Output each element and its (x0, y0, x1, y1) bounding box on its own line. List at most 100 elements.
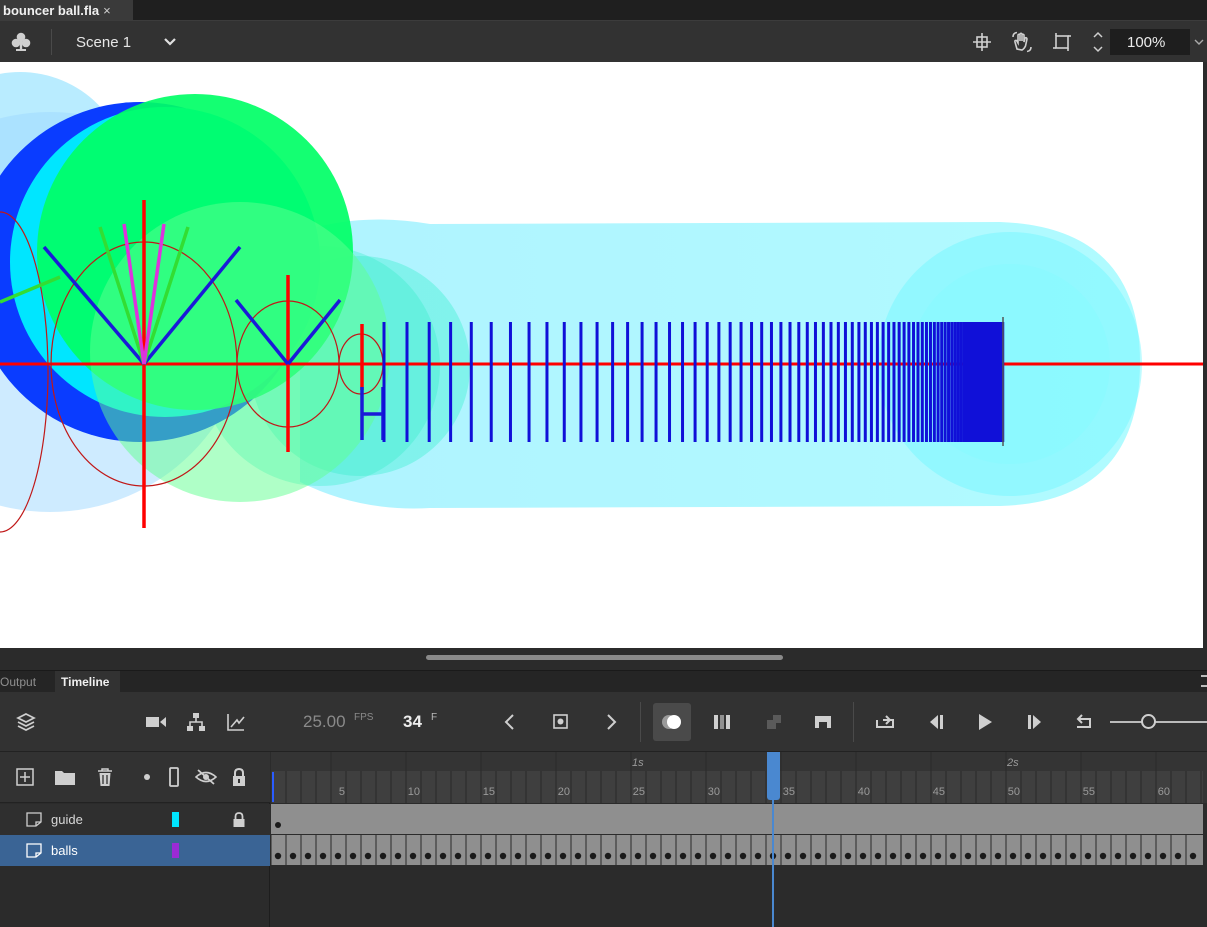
layer-row-balls[interactable]: balls (0, 835, 270, 866)
keyframe-dot[interactable] (709, 852, 717, 860)
keyframe-dot[interactable] (904, 852, 912, 860)
close-icon[interactable]: × (103, 3, 111, 18)
frames-panel[interactable]: 5 10 15 20 25 30 35 40 45 50 55 60 1s 2s (271, 752, 1207, 927)
keyframe-dot[interactable] (1099, 852, 1107, 860)
playhead[interactable] (767, 752, 780, 800)
keyframe-dot[interactable] (454, 852, 462, 860)
onion-skin-icon[interactable] (653, 703, 691, 741)
keyframe-dot[interactable] (724, 852, 732, 860)
trash-icon[interactable] (93, 765, 117, 789)
keyframe-dot[interactable] (604, 852, 612, 860)
keyframe-dot[interactable] (424, 852, 432, 860)
keyframe-dot[interactable] (664, 852, 672, 860)
folder-icon[interactable] (53, 765, 77, 789)
lock-icon[interactable] (231, 811, 247, 828)
new-layer-icon[interactable] (13, 765, 37, 789)
keyframe-dot[interactable] (589, 852, 597, 860)
keyframe-dot[interactable] (814, 852, 822, 860)
keyframe-dot[interactable] (874, 852, 882, 860)
layers-icon[interactable] (12, 708, 40, 736)
keyframe-dot[interactable] (275, 822, 281, 828)
edit-multiple-frames-icon[interactable] (709, 708, 737, 736)
keyframe-dot[interactable] (1084, 852, 1092, 860)
keyframe-dot[interactable] (844, 852, 852, 860)
tab-timeline[interactable]: Timeline (55, 671, 120, 693)
keyframe-dot[interactable] (649, 852, 657, 860)
frame-zoom-slider[interactable] (1110, 721, 1207, 723)
keyframe-dot[interactable] (859, 852, 867, 860)
keyframe-dot[interactable] (409, 852, 417, 860)
keyframe-dot[interactable] (574, 852, 582, 860)
keyframe-dot[interactable] (1069, 852, 1077, 860)
keyframe-dot[interactable] (274, 852, 282, 860)
highlight-dot-icon[interactable] (135, 765, 159, 789)
document-tab[interactable]: bouncer ball.fla × (0, 0, 133, 20)
step-forward-icon[interactable] (1021, 708, 1049, 736)
keyframe-dot[interactable] (889, 852, 897, 860)
keyframe-dot[interactable] (394, 852, 402, 860)
rewind-icon[interactable] (1070, 708, 1098, 736)
track-guide[interactable] (271, 804, 1203, 834)
keyframe-dot[interactable] (1039, 852, 1047, 860)
insert-keyframe-icon[interactable] (547, 708, 575, 736)
previous-keyframe-icon[interactable] (496, 708, 524, 736)
keyframe-dot[interactable] (1159, 852, 1167, 860)
layer-color-swatch[interactable] (172, 812, 179, 827)
keyframe-dot[interactable] (979, 852, 987, 860)
keyframe-dot[interactable] (364, 852, 372, 860)
visibility-off-icon[interactable] (194, 765, 218, 789)
keyframe-dot[interactable] (334, 852, 342, 860)
keyframe-dot[interactable] (1174, 852, 1182, 860)
keyframe-dot[interactable] (484, 852, 492, 860)
hand-rotate-icon[interactable] (1010, 30, 1034, 54)
track-balls[interactable] (271, 835, 1203, 865)
lock-icon[interactable] (227, 765, 251, 789)
scrollbar-thumb[interactable] (426, 655, 783, 660)
stage[interactable] (0, 62, 1207, 648)
fps-value[interactable]: 25.00 (303, 712, 346, 732)
keyframe-dot[interactable] (1114, 852, 1122, 860)
keyframe-dot[interactable] (619, 852, 627, 860)
keyframe-dot[interactable] (1189, 852, 1197, 860)
keyframe-dot[interactable] (379, 852, 387, 860)
keyframe-dot[interactable] (799, 852, 807, 860)
keyframe-dot[interactable] (679, 852, 687, 860)
frame-ruler[interactable]: 5 10 15 20 25 30 35 40 45 50 55 60 1s 2s (271, 752, 1207, 803)
keyframe-dot[interactable] (529, 852, 537, 860)
layer-name[interactable]: balls (51, 843, 78, 858)
layer-name[interactable]: guide (51, 812, 83, 827)
keyframe-dot[interactable] (739, 852, 747, 860)
zoom-input[interactable]: 100% (1110, 29, 1190, 55)
scene-name[interactable]: Scene 1 (76, 34, 131, 51)
chevron-down-icon[interactable] (1191, 31, 1207, 53)
layer-row-guide[interactable]: guide (0, 804, 270, 835)
keyframe-dot[interactable] (544, 852, 552, 860)
keyframe-dot[interactable] (559, 852, 567, 860)
keyframe-dot[interactable] (1144, 852, 1152, 860)
keyframe-dot[interactable] (934, 852, 942, 860)
panel-menu-icon[interactable] (1201, 675, 1207, 687)
graph-icon[interactable] (222, 708, 250, 736)
keyframe-dot[interactable] (694, 852, 702, 860)
keyframe-dot[interactable] (919, 852, 927, 860)
keyframe-dot[interactable] (754, 852, 762, 860)
keyframe-dot[interactable] (304, 852, 312, 860)
tab-output[interactable]: Output (0, 671, 42, 693)
keyframe-dot[interactable] (1024, 852, 1032, 860)
keyframe-dot[interactable] (1009, 852, 1017, 860)
play-icon[interactable] (971, 708, 999, 736)
keyframe-dot[interactable] (949, 852, 957, 860)
loop-icon[interactable] (871, 708, 899, 736)
step-back-icon[interactable] (922, 708, 950, 736)
keyframe-dot[interactable] (289, 852, 297, 860)
horizontal-scrollbar[interactable] (0, 648, 1207, 670)
keyframe-dot[interactable] (964, 852, 972, 860)
zoom-stepper[interactable] (1090, 27, 1106, 57)
outline-toggle-icon[interactable] (162, 765, 186, 789)
symbol-clubs-icon[interactable] (8, 30, 34, 54)
loop-range-icon[interactable] (809, 708, 837, 736)
layer-color-swatch[interactable] (172, 843, 179, 858)
chevron-down-icon[interactable] (160, 31, 180, 53)
keyframe-dot[interactable] (514, 852, 522, 860)
keyframe-dot[interactable] (319, 852, 327, 860)
